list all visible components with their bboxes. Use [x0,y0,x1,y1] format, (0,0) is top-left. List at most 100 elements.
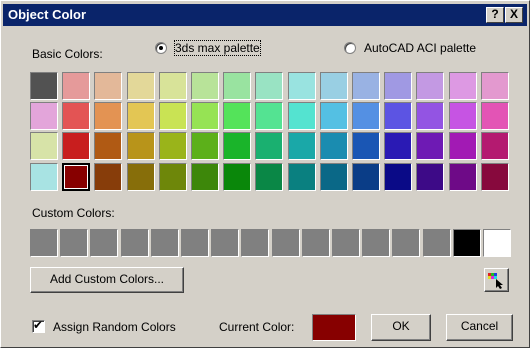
basic-color-swatch[interactable] [320,72,348,100]
basic-color-swatch[interactable] [481,132,509,160]
object-color-dialog: Object Color ? X Basic Colors: 3ds max p… [0,0,530,348]
custom-color-swatch[interactable] [362,229,390,257]
cancel-button[interactable]: Cancel [446,314,513,341]
basic-color-swatch[interactable] [320,102,348,130]
basic-color-swatch[interactable] [288,72,316,100]
custom-color-swatch[interactable] [423,229,451,257]
basic-color-swatch[interactable] [223,102,251,130]
basic-color-swatch[interactable] [449,163,477,191]
ok-button[interactable]: OK [371,314,431,341]
basic-color-swatch[interactable] [288,102,316,130]
basic-color-swatch[interactable] [223,163,251,191]
basic-color-swatch[interactable] [384,72,412,100]
basic-color-swatch[interactable] [481,163,509,191]
basic-color-swatch[interactable] [94,102,122,130]
basic-color-swatch[interactable] [191,72,219,100]
basic-color-swatch[interactable] [352,163,380,191]
basic-color-swatch[interactable] [416,102,444,130]
basic-color-swatch[interactable] [30,102,58,130]
basic-color-swatch[interactable] [94,72,122,100]
custom-color-swatch[interactable] [453,229,481,257]
basic-color-swatch[interactable] [62,132,90,160]
custom-color-swatch[interactable] [181,229,209,257]
help-icon: ? [491,7,499,21]
basic-color-swatch[interactable] [288,163,316,191]
basic-color-swatch[interactable] [191,102,219,130]
basic-color-swatch[interactable] [127,132,155,160]
custom-color-swatch[interactable] [483,229,511,257]
assign-random-colors-label[interactable]: Assign Random Colors [53,320,176,334]
assign-random-colors-checkbox[interactable]: ✔ [32,318,45,333]
custom-color-swatch[interactable] [151,229,179,257]
basic-color-swatch[interactable] [159,163,187,191]
close-button[interactable]: X [505,7,523,23]
basic-color-swatch[interactable] [30,163,58,191]
basic-color-swatch[interactable] [30,72,58,100]
basic-color-swatch[interactable] [352,102,380,130]
custom-color-swatch[interactable] [392,229,420,257]
custom-color-swatch[interactable] [302,229,330,257]
checkmark-icon: ✔ [33,318,44,332]
basic-color-swatch[interactable] [384,163,412,191]
basic-color-swatch[interactable] [481,102,509,130]
basic-color-swatch[interactable] [352,132,380,160]
add-custom-colors-button[interactable]: Add Custom Colors... [30,267,184,293]
custom-color-swatch[interactable] [121,229,149,257]
basic-color-swatch[interactable] [94,132,122,160]
basic-color-swatch[interactable] [416,72,444,100]
custom-color-swatch[interactable] [241,229,269,257]
basic-color-swatch[interactable] [255,163,283,191]
basic-color-swatch[interactable] [62,72,90,100]
basic-color-swatch[interactable] [255,102,283,130]
custom-colors-label: Custom Colors: [32,206,115,220]
basic-color-swatch[interactable] [449,102,477,130]
custom-color-swatch[interactable] [90,229,118,257]
help-button[interactable]: ? [486,7,504,23]
title-bar[interactable]: Object Color ? X [3,4,527,26]
close-icon: X [509,7,518,21]
current-color-swatch[interactable] [312,314,356,341]
basic-color-swatch[interactable] [62,163,90,191]
basic-color-swatch[interactable] [159,102,187,130]
custom-color-swatch[interactable] [272,229,300,257]
custom-color-swatch[interactable] [30,229,58,257]
basic-color-swatch[interactable] [288,132,316,160]
color-picker-button[interactable] [484,268,509,292]
custom-color-swatch[interactable] [332,229,360,257]
basic-color-swatch[interactable] [320,163,348,191]
window-title: Object Color [8,7,87,22]
basic-color-swatch[interactable] [30,132,58,160]
basic-color-swatch[interactable] [384,132,412,160]
radio-selected-dot [159,46,163,50]
basic-color-swatch[interactable] [320,132,348,160]
basic-color-swatch[interactable] [127,102,155,130]
basic-color-swatch[interactable] [191,163,219,191]
basic-color-swatch[interactable] [384,102,412,130]
custom-colors-grid [30,229,512,259]
custom-color-swatch[interactable] [60,229,88,257]
current-color-label: Current Color: [219,320,295,334]
palette-autocad-aci-label[interactable]: AutoCAD ACI palette [364,41,476,55]
basic-color-swatch[interactable] [223,132,251,160]
basic-color-swatch[interactable] [127,163,155,191]
basic-color-swatch[interactable] [255,132,283,160]
basic-color-swatch[interactable] [223,72,251,100]
basic-color-swatch[interactable] [159,132,187,160]
basic-color-swatch[interactable] [159,72,187,100]
basic-color-swatch[interactable] [416,132,444,160]
basic-color-swatch[interactable] [191,132,219,160]
custom-color-swatch[interactable] [211,229,239,257]
basic-color-swatch[interactable] [449,132,477,160]
palette-autocad-aci-radio[interactable] [344,42,356,54]
basic-color-swatch[interactable] [352,72,380,100]
basic-color-swatch[interactable] [62,102,90,130]
basic-color-swatch[interactable] [481,72,509,100]
basic-color-swatch[interactable] [127,72,155,100]
basic-color-swatch[interactable] [94,163,122,191]
basic-color-swatch[interactable] [416,163,444,191]
color-picker-icon [488,273,503,289]
basic-color-swatch[interactable] [255,72,283,100]
palette-3ds-max-radio[interactable] [155,42,167,54]
palette-3ds-max-label[interactable]: 3ds max palette [174,40,261,56]
basic-color-swatch[interactable] [449,72,477,100]
